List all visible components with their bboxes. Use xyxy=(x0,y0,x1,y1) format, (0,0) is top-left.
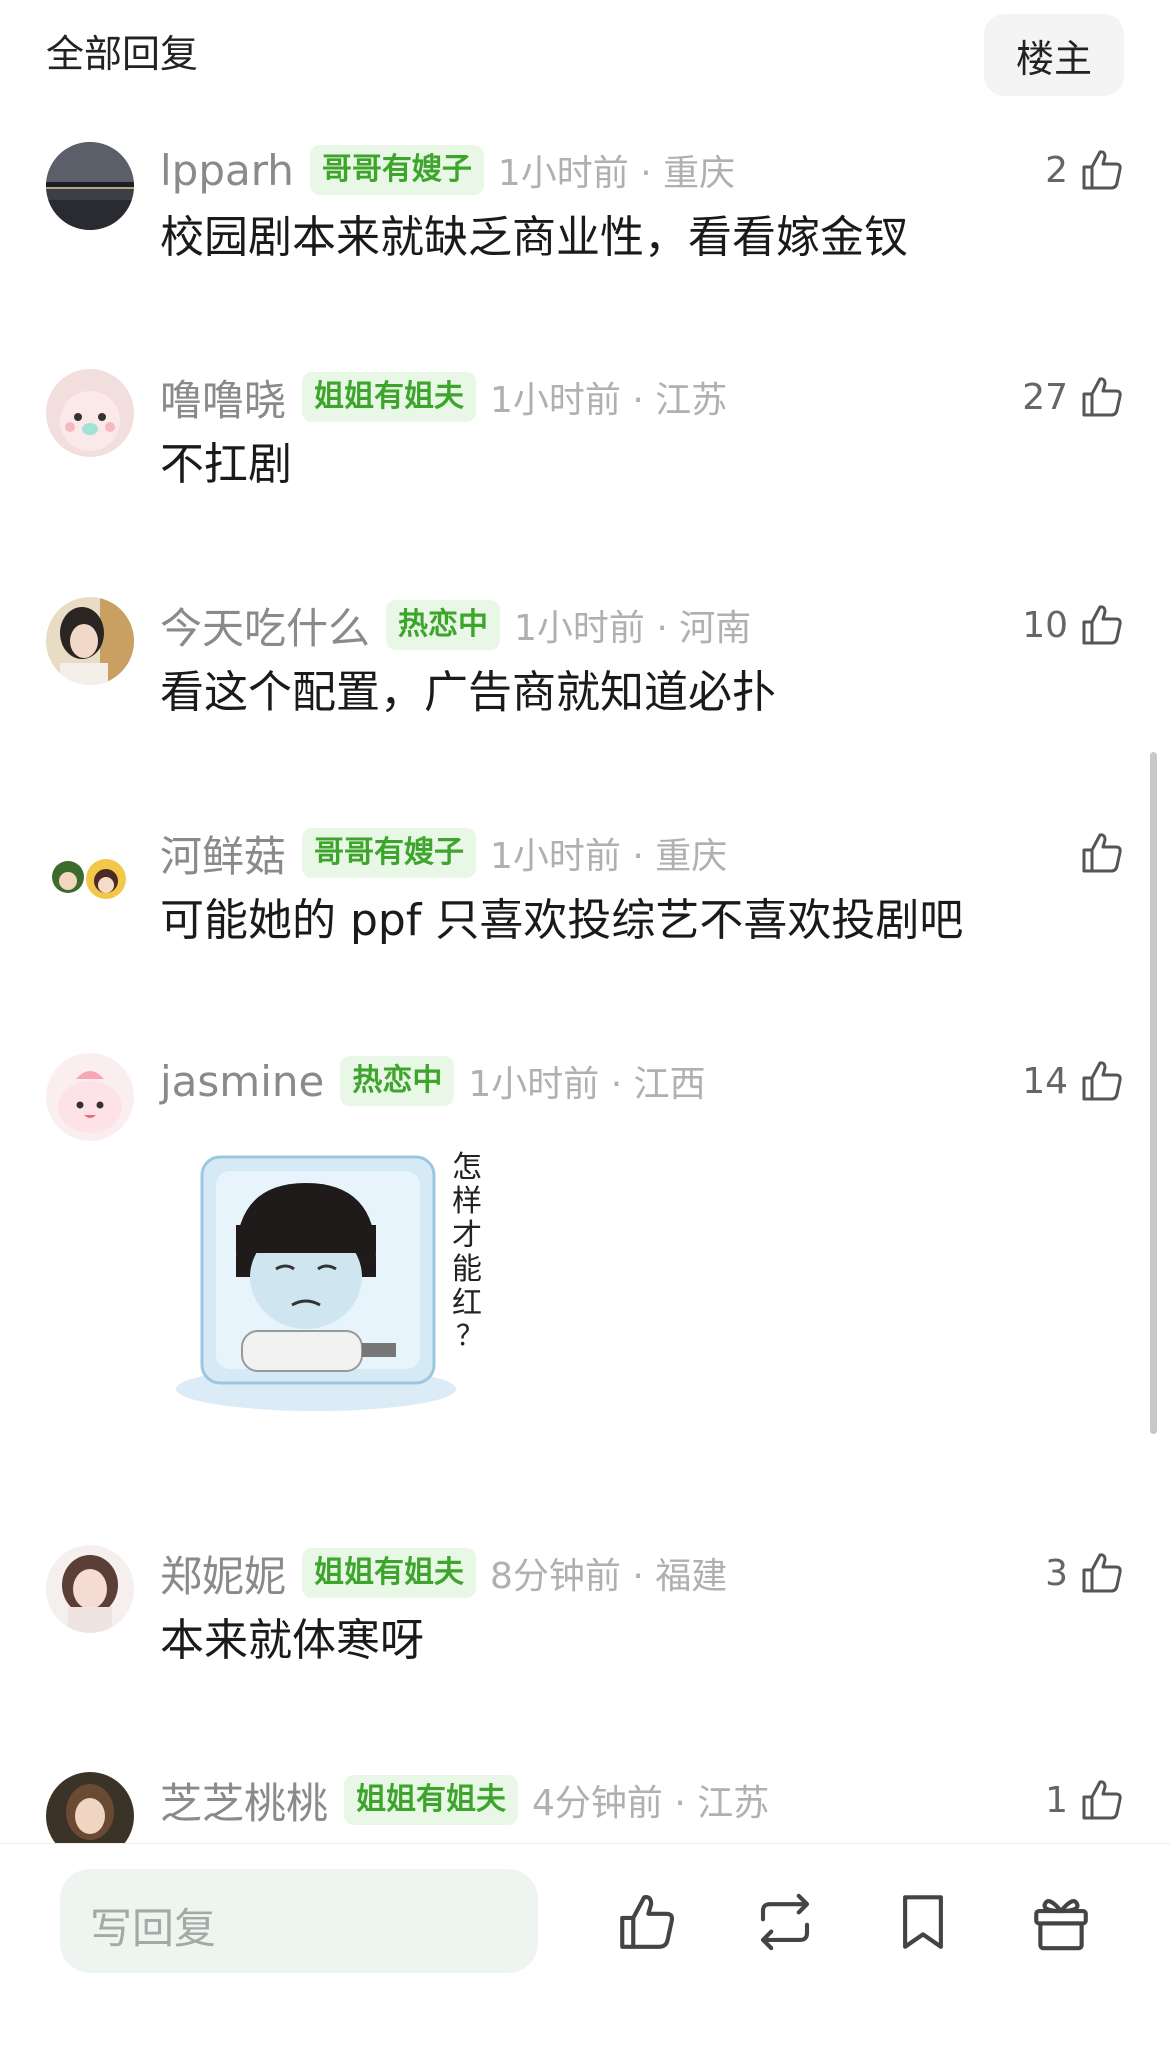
like-button[interactable]: 10 xyxy=(1022,597,1126,653)
status-badge: 哥哥有嫂子 xyxy=(302,828,477,878)
avatar[interactable] xyxy=(46,1545,134,1633)
like-count: 10 xyxy=(1022,604,1068,646)
avatar[interactable] xyxy=(46,142,134,230)
header: 全部回复 楼主 xyxy=(0,0,1170,110)
sticker-caption-5: 红 xyxy=(452,1286,482,1321)
user-name[interactable]: 河鲜菇 xyxy=(160,823,286,884)
comment-text: 看这个配置，广告商就知道必扑 xyxy=(160,667,776,718)
status-badge: 姐姐有姐夫 xyxy=(302,1548,477,1598)
comment-text: 校园剧本来就缺乏商业性，看看嫁金钗 xyxy=(160,212,908,263)
user-name[interactable]: jasmine xyxy=(160,1057,324,1106)
thumbs-up-icon xyxy=(1082,377,1122,417)
like-button[interactable]: 27 xyxy=(1022,369,1126,425)
like-count: 3 xyxy=(1045,1552,1068,1594)
like-count: 27 xyxy=(1022,376,1068,418)
status-badge: 哥哥有嫂子 xyxy=(309,145,484,195)
thumbs-up-icon xyxy=(1082,1061,1122,1101)
user-name[interactable]: 郑妮妮 xyxy=(160,1543,286,1604)
sticker-caption-1: 怎 xyxy=(452,1150,482,1185)
bottom-action-bar: 写回复 xyxy=(0,1843,1170,2056)
avatar[interactable] xyxy=(46,597,134,685)
sticker-caption-3: 才 xyxy=(452,1218,482,1253)
time-location: 1小时前 · 江苏 xyxy=(490,380,728,421)
time-location: 1小时前 · 江西 xyxy=(468,1064,706,1105)
thumbs-up-icon[interactable] xyxy=(614,1889,680,1955)
thumbs-up-icon xyxy=(1082,150,1122,190)
thumbs-up-icon xyxy=(1082,833,1122,873)
repost-icon[interactable] xyxy=(752,1889,818,1955)
comment-text: 可能她的 ppf 只喜欢投综艺不喜欢投剧吧 xyxy=(160,895,964,946)
comment-text: 本来就体寒呀 xyxy=(160,1615,424,1666)
status-badge: 姐姐有姐夫 xyxy=(344,1775,519,1825)
like-button[interactable]: 1 xyxy=(1045,1772,1126,1828)
status-badge: 姐姐有姐夫 xyxy=(302,372,477,422)
status-badge: 热恋中 xyxy=(340,1056,455,1106)
sticker-caption-2: 样 xyxy=(452,1184,482,1219)
thumbs-up-icon xyxy=(1082,1780,1122,1820)
avatar[interactable] xyxy=(46,1053,134,1141)
like-button[interactable] xyxy=(1068,825,1126,881)
time-location: 1小时前 · 河南 xyxy=(514,608,752,649)
bookmark-icon[interactable] xyxy=(890,1889,956,1955)
like-button[interactable]: 3 xyxy=(1045,1545,1126,1601)
thumbs-up-icon xyxy=(1082,605,1122,645)
like-count: 1 xyxy=(1045,1779,1068,1821)
page-title: 全部回复 xyxy=(46,32,199,76)
time-location: 4分钟前 · 江苏 xyxy=(532,1783,770,1824)
user-name[interactable]: 今天吃什么 xyxy=(160,595,370,656)
like-button[interactable]: 14 xyxy=(1022,1053,1126,1109)
scrollbar-thumb[interactable] xyxy=(1150,752,1157,1434)
like-button[interactable]: 2 xyxy=(1045,142,1126,198)
avatar[interactable] xyxy=(46,825,134,913)
time-location: 8分钟前 · 福建 xyxy=(490,1556,728,1597)
avatar[interactable] xyxy=(46,369,134,457)
status-badge: 热恋中 xyxy=(386,600,501,650)
like-count: 2 xyxy=(1045,149,1068,191)
time-location: 1小时前 · 重庆 xyxy=(490,836,728,877)
time-location: 1小时前 · 重庆 xyxy=(497,153,736,194)
sticker-caption-4: 能 xyxy=(452,1252,482,1287)
user-name[interactable]: lpparh xyxy=(160,146,294,195)
reply-placeholder: 写回复 xyxy=(90,1904,217,1953)
sticker-image[interactable]: 怎 样 才 能 红 ？ xyxy=(166,1127,486,1429)
user-name[interactable]: 噜噜晓 xyxy=(160,367,286,428)
user-name[interactable]: 芝芝桃桃 xyxy=(160,1770,328,1831)
owner-only-button[interactable]: 楼主 xyxy=(984,14,1124,96)
comment-text: 不扛剧 xyxy=(160,439,292,490)
like-count: 14 xyxy=(1022,1060,1068,1102)
sticker-caption-6: ？ xyxy=(456,1319,484,1352)
reply-input[interactable]: 写回复 xyxy=(60,1869,538,1973)
thumbs-up-icon xyxy=(1082,1553,1122,1593)
gift-icon[interactable] xyxy=(1028,1889,1094,1955)
